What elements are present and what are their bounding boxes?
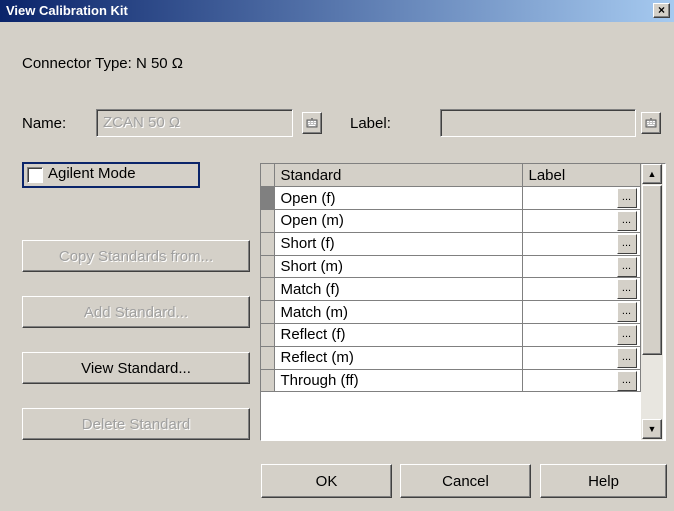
label-cell[interactable]: ... [522,186,641,211]
help-button[interactable]: Help [540,464,667,498]
label-field[interactable] [440,109,636,137]
label-cell[interactable]: ... [522,255,641,279]
label-cell[interactable]: ... [522,346,641,370]
delete-standard-button[interactable]: Delete Standard [22,408,250,440]
table-row[interactable]: Reflect (m) ... [261,346,641,370]
table-row[interactable]: Open (f) ... [261,186,641,211]
name-field-value: ZCAN 50 Ω [103,114,181,131]
grid-header-row: Standard Label [261,164,641,188]
ellipsis-button[interactable]: ... [616,279,637,300]
standard-cell[interactable]: Match (m) [274,300,523,325]
add-standard-button[interactable]: Add Standard... [22,296,250,328]
agilent-mode-checkbox[interactable]: Agilent Mode [22,162,200,188]
label-cell[interactable]: ... [522,209,641,233]
row-header[interactable] [261,255,275,279]
name-label: Name: [22,115,67,132]
arrow-up-icon: ▲ [647,169,657,179]
ellipsis-button[interactable]: ... [616,302,637,323]
ok-button[interactable]: OK [261,464,392,498]
standards-grid[interactable]: Standard Label Open (f) ... Open (m) ...… [260,163,666,441]
ellipsis-button[interactable]: ... [616,188,637,209]
name-keyboard-button[interactable] [302,112,322,134]
row-header[interactable] [261,300,275,325]
label-cell[interactable]: ... [522,232,641,256]
view-standard-button[interactable]: View Standard... [22,352,250,384]
window-title: View Calibration Kit [6,3,128,18]
standard-cell[interactable]: Through (ff) [274,369,523,393]
row-header[interactable] [261,186,275,211]
table-row[interactable]: Through (ff) ... [261,369,641,393]
standard-cell[interactable]: Open (m) [274,209,523,233]
scroll-thumb[interactable] [642,185,662,355]
standard-cell[interactable]: Open (f) [274,186,523,211]
standard-cell[interactable]: Reflect (m) [274,346,523,370]
column-header-label[interactable]: Label [522,164,641,188]
label-cell[interactable]: ... [522,323,641,347]
label-label: Label: [350,115,391,132]
table-row[interactable]: Reflect (f) ... [261,323,641,347]
row-header[interactable] [261,369,275,393]
close-icon: × [657,3,665,17]
scroll-down-button[interactable]: ▼ [642,419,662,439]
grid-corner [261,164,275,188]
ellipsis-button[interactable]: ... [616,347,637,368]
copy-standards-button[interactable]: Copy Standards from... [22,240,250,272]
label-cell[interactable]: ... [522,300,641,325]
ellipsis-button[interactable]: ... [616,324,637,345]
connector-type-label: Connector Type: N 50 Ω [22,55,184,72]
row-header[interactable] [261,323,275,347]
standard-cell[interactable]: Match (f) [274,277,523,302]
cancel-button[interactable]: Cancel [400,464,531,498]
row-header[interactable] [261,232,275,256]
arrow-down-icon: ▼ [647,424,657,434]
column-header-standard[interactable]: Standard [274,164,523,188]
table-row[interactable]: Short (m) ... [261,255,641,279]
ellipsis-button[interactable]: ... [616,256,637,277]
title-bar: View Calibration Kit × [0,0,674,22]
keyboard-icon [645,118,657,128]
row-header[interactable] [261,277,275,302]
row-header[interactable] [261,209,275,233]
row-header[interactable] [261,346,275,370]
table-row[interactable]: Match (m) ... [261,300,641,325]
keyboard-icon [306,118,318,128]
vertical-scrollbar[interactable]: ▲ ▼ [641,164,663,440]
standard-cell[interactable]: Short (f) [274,232,523,256]
label-cell[interactable]: ... [522,277,641,302]
close-button[interactable]: × [653,3,670,18]
name-field[interactable]: ZCAN 50 Ω [96,109,293,137]
ellipsis-button[interactable]: ... [616,233,637,254]
standard-cell[interactable]: Reflect (f) [274,323,523,347]
agilent-mode-label: Agilent Mode [48,165,136,182]
ellipsis-button[interactable]: ... [616,370,637,391]
ellipsis-button[interactable]: ... [616,210,637,231]
table-row[interactable]: Match (f) ... [261,277,641,302]
standard-cell[interactable]: Short (m) [274,255,523,279]
label-cell[interactable]: ... [522,369,641,393]
checkbox-box[interactable] [27,167,43,183]
table-row[interactable]: Short (f) ... [261,232,641,256]
table-row[interactable]: Open (m) ... [261,209,641,233]
label-keyboard-button[interactable] [641,112,661,134]
scroll-up-button[interactable]: ▲ [642,164,662,184]
